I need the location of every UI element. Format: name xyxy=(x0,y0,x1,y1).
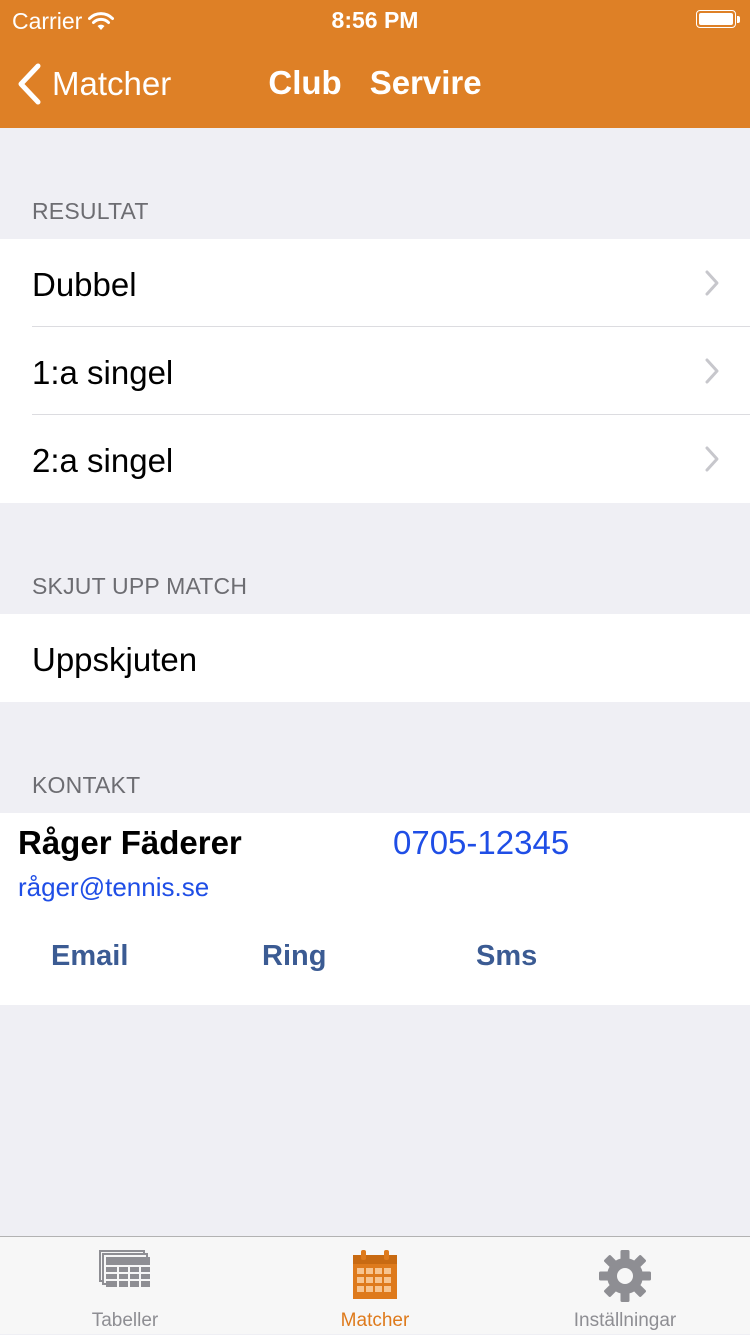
status-bar: Carrier 8:56 PM xyxy=(0,0,750,40)
tab-label: Tabeller xyxy=(91,1310,159,1331)
skjut-upp-group: Uppskjuten xyxy=(0,614,750,702)
contact-email-link[interactable]: råger@tennis.se xyxy=(18,872,209,903)
list-item-dubbel[interactable]: Dubbel xyxy=(0,239,750,327)
tab-label: Inställningar xyxy=(573,1310,677,1331)
contact-name: Råger Fäderer xyxy=(18,824,242,861)
sms-button[interactable]: Sms xyxy=(476,940,537,973)
navigation-header: Carrier 8:56 PM Matcher Club Servire xyxy=(0,0,750,128)
gear-icon xyxy=(599,1250,651,1302)
section-header-kontakt: KONTAKT xyxy=(32,772,141,798)
status-time: 8:56 PM xyxy=(331,7,419,33)
tab-tabeller[interactable]: Tabeller xyxy=(0,1237,250,1335)
list-item-label: 1:a singel xyxy=(32,354,174,391)
list-item-2a-singel[interactable]: 2:a singel xyxy=(0,415,750,503)
tab-bar: Tabeller Matcher Inställningar xyxy=(0,1236,750,1334)
page-title: Club Servire xyxy=(0,64,750,102)
tab-installningar[interactable]: Inställningar xyxy=(500,1237,750,1335)
tab-label: Matcher xyxy=(340,1310,410,1331)
list-item-label: Dubbel xyxy=(32,266,137,303)
list-item-label: Uppskjuten xyxy=(32,641,198,678)
list-item-1a-singel[interactable]: 1:a singel xyxy=(0,327,750,415)
page-title-club: Club xyxy=(268,64,342,101)
list-item-uppskjuten[interactable]: Uppskjuten xyxy=(0,614,750,702)
chevron-right-icon xyxy=(705,358,719,384)
resultat-group: Dubbel 1:a singel 2:a singel xyxy=(0,239,750,503)
page-title-name: Servire xyxy=(369,64,482,101)
calendar-icon xyxy=(353,1250,397,1299)
tab-matcher[interactable]: Matcher xyxy=(250,1237,500,1335)
table-icon xyxy=(99,1250,150,1287)
email-button[interactable]: Email xyxy=(51,940,128,973)
chevron-right-icon xyxy=(705,270,719,296)
list-item-label: 2:a singel xyxy=(32,442,174,479)
contact-phone-link[interactable]: 0705-12345 xyxy=(393,824,569,862)
battery-icon xyxy=(696,10,740,30)
section-header-skjut-upp-match: SKJUT UPP MATCH xyxy=(32,573,248,599)
chevron-right-icon xyxy=(705,446,719,472)
ring-button[interactable]: Ring xyxy=(262,940,326,973)
section-header-resultat: RESULTAT xyxy=(32,198,149,224)
